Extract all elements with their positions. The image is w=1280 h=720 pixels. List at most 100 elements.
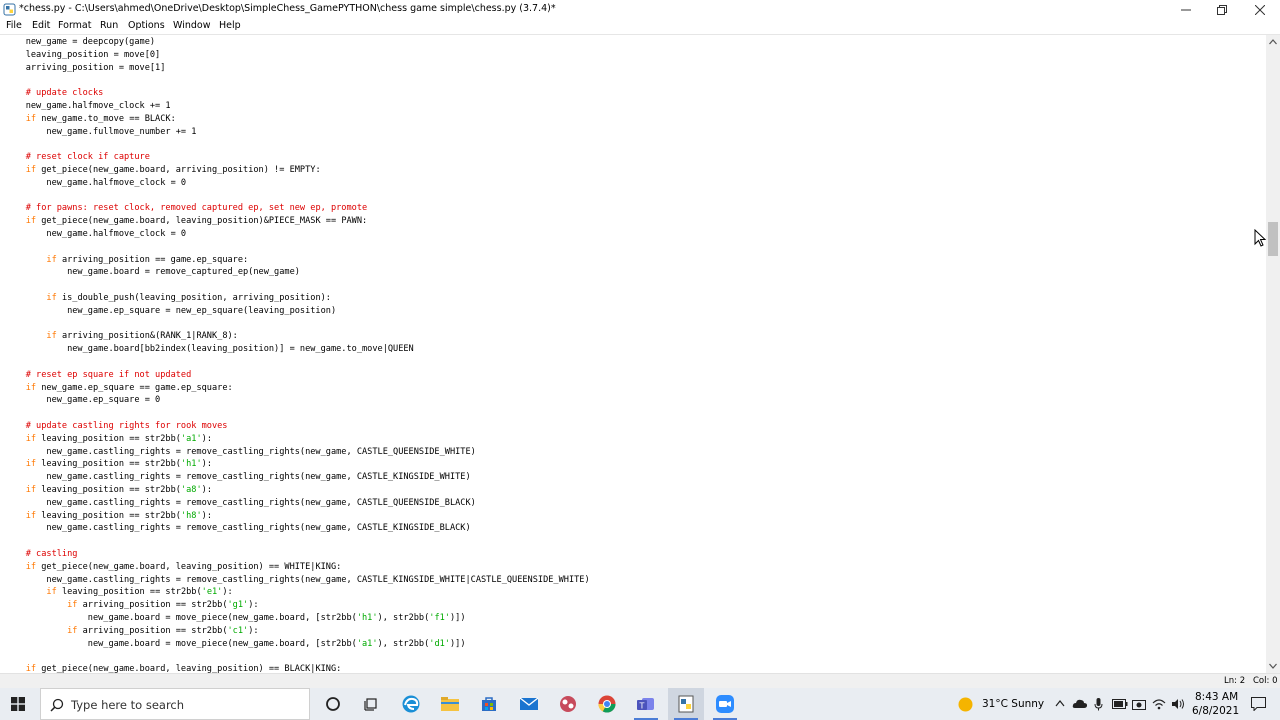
code-line[interactable]: new_game.board = move_piece(new_game.boa… xyxy=(5,612,466,625)
code-line[interactable]: new_game.halfmove_clock = 0 xyxy=(5,228,186,241)
maximize-icon xyxy=(1217,4,1227,15)
code-line[interactable]: if get_piece(new_game.board, arriving_po… xyxy=(5,164,321,177)
code-line[interactable]: if leaving_position == str2bb('h1'): xyxy=(5,458,212,471)
scroll-thumb[interactable] xyxy=(1268,222,1278,256)
code-line[interactable]: new_game.castling_rights = remove_castli… xyxy=(5,522,471,535)
code-line[interactable]: new_game.castling_rights = remove_castli… xyxy=(5,574,589,587)
code-text: leaving_position == str2bb( xyxy=(36,459,181,470)
code-line[interactable]: leaving_position = move[0] xyxy=(5,49,161,62)
start-button[interactable] xyxy=(0,688,36,720)
code-line[interactable]: new_game.castling_rights = remove_castli… xyxy=(5,497,475,510)
menu-window[interactable]: Window xyxy=(173,20,210,31)
weather-sun-icon xyxy=(958,697,973,712)
taskbar-zoom[interactable] xyxy=(707,688,743,720)
minimize-icon xyxy=(1181,9,1191,10)
code-text: new_game.castling_rights = remove_castli… xyxy=(5,523,471,534)
chevron-down-icon xyxy=(1269,663,1277,669)
code-line[interactable]: # update castling rights for rook moves xyxy=(5,420,228,433)
taskbar-teams[interactable]: T xyxy=(628,688,664,720)
code-line[interactable]: new_game.ep_square = new_ep_square(leavi… xyxy=(5,305,336,318)
code-line[interactable]: new_game = deepcopy(game) xyxy=(5,36,155,49)
taskbar-search[interactable]: Type here to search xyxy=(40,688,310,720)
minimize-button[interactable] xyxy=(1168,0,1204,19)
code-text: new_game.ep_square = new_ep_square(leavi… xyxy=(5,305,337,316)
code-line[interactable]: new_game.board = remove_captured_ep(new_… xyxy=(5,266,300,279)
menu-options[interactable]: Options xyxy=(128,20,165,31)
menu-help[interactable]: Help xyxy=(219,20,241,31)
code-text: new_game.ep_square = 0 xyxy=(5,395,161,406)
taskbar-python-idle[interactable] xyxy=(668,688,704,720)
code-line[interactable]: if is_double_push(leaving_position, arri… xyxy=(5,292,331,305)
code-line[interactable]: if new_game.ep_square == game.ep_square: xyxy=(5,382,233,395)
menu-edit[interactable]: Edit xyxy=(32,20,50,31)
code-string: 'f1' xyxy=(429,613,450,623)
column-indicator: Col: 0 xyxy=(1253,676,1278,686)
code-line[interactable]: if get_piece(new_game.board, leaving_pos… xyxy=(5,561,342,574)
code-line[interactable]: if get_piece(new_game.board, leaving_pos… xyxy=(5,215,368,228)
code-comment: # castling xyxy=(25,549,78,559)
clock-date[interactable]: 6/8/2021 xyxy=(1192,705,1239,717)
onedrive-icon[interactable] xyxy=(1072,698,1088,709)
taskbar-chrome[interactable] xyxy=(589,688,625,720)
code-line[interactable]: if arriving_position == str2bb('c1'): xyxy=(5,625,258,638)
task-view-button[interactable] xyxy=(353,688,389,720)
menu-file[interactable]: File xyxy=(6,20,22,31)
cortana-button[interactable] xyxy=(315,688,351,720)
maximize-button[interactable] xyxy=(1204,0,1240,19)
code-text: arriving_position == str2bb( xyxy=(77,625,228,636)
code-line[interactable]: if arriving_position&(RANK_1|RANK_8): xyxy=(5,330,237,343)
scroll-down-button[interactable] xyxy=(1266,659,1280,673)
taskbar-store[interactable] xyxy=(471,688,507,720)
notification-center-button[interactable] xyxy=(1240,688,1276,720)
clock-time[interactable]: 8:43 AM xyxy=(1195,691,1238,703)
code-line[interactable]: new_game.fullmove_number += 1 xyxy=(5,126,196,139)
code-editor[interactable]: new_game = deepcopy(game) leaving_positi… xyxy=(0,35,1266,673)
code-line[interactable]: if new_game.to_move == BLACK: xyxy=(5,113,176,126)
battery-icon[interactable] xyxy=(1112,699,1128,709)
code-line[interactable]: if leaving_position == str2bb('h8'): xyxy=(5,510,212,523)
search-icon xyxy=(50,698,64,712)
taskbar-edge[interactable] xyxy=(393,688,429,720)
code-comment: # reset ep square if not updated xyxy=(25,369,192,380)
volume-icon[interactable] xyxy=(1171,698,1185,710)
code-line[interactable]: if arriving_position == game.ep_square: xyxy=(5,254,248,267)
code-line[interactable]: new_game.halfmove_clock += 1 xyxy=(5,100,171,113)
notification-icon xyxy=(1250,697,1266,711)
code-line[interactable]: # for pawns: reset clock, removed captur… xyxy=(5,202,367,215)
code-line[interactable]: if leaving_position == str2bb('e1'): xyxy=(5,586,232,599)
code-line[interactable]: if get_piece(new_game.board, leaving_pos… xyxy=(5,663,342,673)
weather-text[interactable]: 31°C Sunny xyxy=(982,698,1044,710)
menu-format[interactable]: Format xyxy=(58,20,91,31)
code-line[interactable]: new_game.halfmove_clock = 0 xyxy=(5,177,186,190)
scroll-up-button[interactable] xyxy=(1266,35,1280,49)
microphone-icon[interactable] xyxy=(1094,697,1103,711)
chevron-up-icon[interactable] xyxy=(1055,700,1065,707)
taskbar-mail[interactable] xyxy=(511,688,547,720)
camera-icon[interactable] xyxy=(1132,698,1146,710)
code-keyword: if xyxy=(46,331,57,342)
vertical-scrollbar[interactable] xyxy=(1266,35,1280,673)
taskbar-file-explorer[interactable] xyxy=(432,688,468,720)
wifi-icon[interactable] xyxy=(1152,698,1166,710)
close-button[interactable] xyxy=(1242,0,1278,19)
code-line[interactable]: arriving_position = move[1] xyxy=(5,62,166,75)
svg-text:T: T xyxy=(639,702,645,711)
code-line[interactable]: # reset ep square if not updated xyxy=(5,369,192,382)
code-line[interactable]: if leaving_position == str2bb('a8'): xyxy=(5,484,212,497)
code-line[interactable]: new_game.board = move_piece(new_game.boa… xyxy=(5,638,466,651)
code-line[interactable]: new_game.castling_rights = remove_castli… xyxy=(5,446,475,459)
code-line[interactable]: new_game.board[bb2index(leaving_position… xyxy=(5,343,414,356)
taskbar-app[interactable] xyxy=(550,688,586,720)
code-line[interactable]: new_game.ep_square = 0 xyxy=(5,394,160,407)
menu-run[interactable]: Run xyxy=(100,20,118,31)
code-line[interactable]: # update clocks xyxy=(5,87,104,100)
code-line[interactable]: # castling xyxy=(5,548,78,561)
code-line[interactable]: if arriving_position == str2bb('g1'): xyxy=(5,599,258,612)
code-line[interactable]: new_game.castling_rights = remove_castli… xyxy=(5,471,470,484)
code-line[interactable]: # reset clock if capture xyxy=(5,151,150,164)
code-keyword: if xyxy=(67,600,78,611)
window-title: *chess.py - C:\Users\ahmed\OneDrive\Desk… xyxy=(19,3,556,14)
code-line[interactable]: if leaving_position == str2bb('a1'): xyxy=(5,433,212,446)
